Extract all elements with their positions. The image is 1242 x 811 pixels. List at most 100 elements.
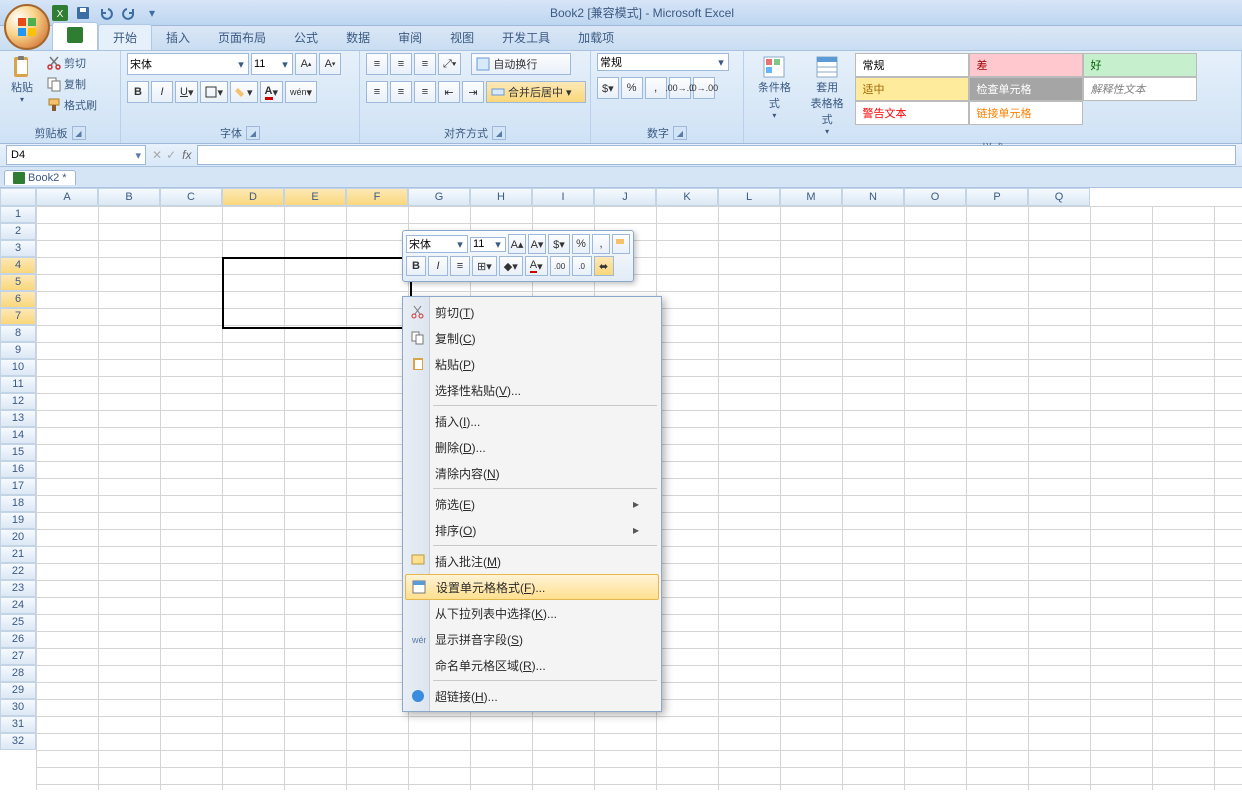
row-header[interactable]: 1 [0, 206, 36, 223]
ctx-item[interactable]: 粘贴(P) [405, 351, 659, 377]
style-cell[interactable]: 检查单元格 [969, 77, 1083, 101]
mini-fill-button[interactable]: ◆▾ [499, 256, 523, 276]
row-header[interactable]: 14 [0, 427, 36, 444]
column-header[interactable]: F [346, 188, 408, 206]
ctx-item[interactable]: 删除(D)... [405, 434, 659, 460]
ctx-item[interactable]: 命名单元格区域(R)... [405, 652, 659, 678]
bold-button[interactable]: B [127, 81, 149, 103]
number-dialog-launcher[interactable]: ◢ [673, 126, 687, 140]
row-header[interactable]: 6 [0, 291, 36, 308]
column-header[interactable]: J [594, 188, 656, 206]
ribbon-tab-2[interactable]: 页面布局 [204, 25, 280, 50]
conditional-format-button[interactable]: 条件格式▾ [750, 53, 799, 122]
column-header[interactable]: L [718, 188, 780, 206]
currency-button[interactable]: $▾ [597, 77, 619, 99]
row-header[interactable]: 31 [0, 716, 36, 733]
row-header[interactable]: 20 [0, 529, 36, 546]
row-header[interactable]: 32 [0, 733, 36, 750]
row-header[interactable]: 23 [0, 580, 36, 597]
align-bottom-button[interactable]: ≡ [414, 53, 436, 75]
align-left-button[interactable]: ≡ [366, 81, 388, 103]
column-header[interactable]: A [36, 188, 98, 206]
row-header[interactable]: 27 [0, 648, 36, 665]
row-header[interactable]: 5 [0, 274, 36, 291]
mini-border-button[interactable]: ⊞▾ [472, 256, 497, 276]
font-size-combo[interactable]: 11▾ [251, 53, 293, 75]
ribbon-tab-8[interactable]: 加载项 [564, 25, 628, 50]
italic-button[interactable]: I [151, 81, 173, 103]
ribbon-tab-1[interactable]: 插入 [152, 25, 204, 50]
ctx-item[interactable]: 设置单元格格式(F)... [405, 574, 659, 600]
style-cell[interactable]: 适中 [855, 77, 969, 101]
workbook-tab[interactable]: Book2 * [4, 170, 76, 185]
column-header[interactable]: P [966, 188, 1028, 206]
font-color-button[interactable]: A▾ [260, 81, 283, 103]
align-center-button[interactable]: ≡ [390, 81, 412, 103]
row-header[interactable]: 29 [0, 682, 36, 699]
row-header[interactable]: 9 [0, 342, 36, 359]
fill-color-button[interactable]: ▾ [230, 81, 258, 103]
mini-size-combo[interactable]: 11▾ [470, 237, 506, 252]
ribbon-tab-6[interactable]: 视图 [436, 25, 488, 50]
style-cell[interactable]: 好 [1083, 53, 1197, 77]
align-middle-button[interactable]: ≡ [390, 53, 412, 75]
ctx-item[interactable]: 筛选(E)▸ [405, 491, 659, 517]
row-header[interactable]: 16 [0, 461, 36, 478]
column-header[interactable]: M [780, 188, 842, 206]
save-icon[interactable] [73, 4, 93, 22]
style-cell[interactable]: 常规 [855, 53, 969, 77]
row-header[interactable]: 10 [0, 359, 36, 376]
formula-bar[interactable] [197, 145, 1236, 165]
paste-button[interactable]: 粘贴▾ [6, 53, 38, 106]
font-dialog-launcher[interactable]: ◢ [246, 126, 260, 140]
ctx-item[interactable]: 插入批注(M) [405, 548, 659, 574]
worksheet-grid[interactable]: ABCDEFGHIJKLMNOPQ 1234567891011121314151… [0, 188, 1242, 790]
row-header[interactable]: 21 [0, 546, 36, 563]
align-top-button[interactable]: ≡ [366, 53, 388, 75]
row-header[interactable]: 4 [0, 257, 36, 274]
qat-dropdown-icon[interactable]: ▾ [142, 4, 162, 22]
column-header[interactable]: C [160, 188, 222, 206]
cell-styles-gallery[interactable]: 常规差好适中检查单元格解释性文本警告文本链接单元格 [855, 53, 1235, 125]
column-header[interactable]: D [222, 188, 284, 206]
select-all-corner[interactable] [0, 188, 36, 206]
row-header[interactable]: 8 [0, 325, 36, 342]
style-cell[interactable]: 警告文本 [855, 101, 969, 125]
row-header[interactable]: 26 [0, 631, 36, 648]
mini-font-color-button[interactable]: A▾ [525, 256, 548, 276]
mini-dec-decimal-button[interactable]: .00 [550, 256, 570, 276]
ctx-item[interactable]: 排序(O)▸ [405, 517, 659, 543]
row-header[interactable]: 19 [0, 512, 36, 529]
mini-inc-decimal-button[interactable]: .0 [572, 256, 592, 276]
column-header[interactable]: G [408, 188, 470, 206]
column-header[interactable]: B [98, 188, 160, 206]
row-header[interactable]: 3 [0, 240, 36, 257]
row-header[interactable]: 17 [0, 478, 36, 495]
number-format-combo[interactable]: 常规▾ [597, 53, 729, 71]
percent-button[interactable]: % [621, 77, 643, 99]
ctx-item[interactable]: 剪切(T) [405, 299, 659, 325]
column-header[interactable]: N [842, 188, 904, 206]
orientation-button[interactable]: ⤢▾ [438, 53, 461, 75]
fx-icon[interactable]: fx [182, 148, 191, 162]
wrap-text-button[interactable]: 自动换行 [471, 53, 571, 75]
phonetic-button[interactable]: wén▾ [285, 81, 317, 103]
merge-center-button[interactable]: 合并后居中▾ [486, 81, 586, 103]
increase-decimal-button[interactable]: .00→.0 [669, 77, 691, 99]
style-cell[interactable]: 解释性文本 [1083, 77, 1197, 101]
ribbon-tab-excel[interactable] [52, 22, 98, 50]
row-header[interactable]: 2 [0, 223, 36, 240]
clipboard-dialog-launcher[interactable]: ◢ [72, 126, 86, 140]
column-header[interactable]: H [470, 188, 532, 206]
mini-percent-button[interactable]: % [572, 234, 590, 254]
ribbon-tab-4[interactable]: 数据 [332, 25, 384, 50]
row-header[interactable]: 15 [0, 444, 36, 461]
ctx-item[interactable]: 复制(C) [405, 325, 659, 351]
mini-align-center-button[interactable]: ≡ [450, 256, 470, 276]
mini-merge-button[interactable]: ⬌ [594, 256, 614, 276]
undo-icon[interactable] [96, 4, 116, 22]
row-header[interactable]: 13 [0, 410, 36, 427]
mini-grow-font-button[interactable]: A▴ [508, 234, 526, 254]
ctx-item[interactable]: 从下拉列表中选择(K)... [405, 600, 659, 626]
cancel-formula-icon[interactable]: ✕ [152, 148, 162, 162]
